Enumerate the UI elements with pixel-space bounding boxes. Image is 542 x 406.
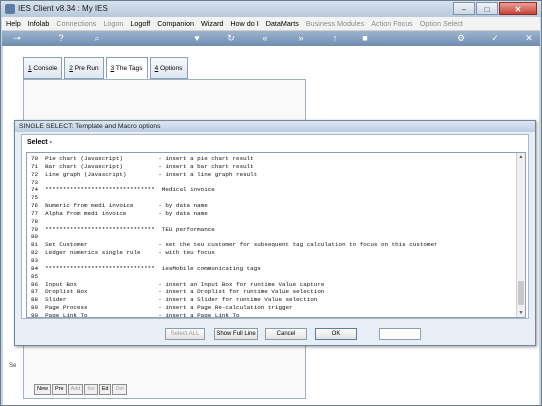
- menu-item[interactable]: Help: [6, 19, 21, 28]
- menu-item[interactable]: Option Select: [420, 19, 463, 28]
- tab-item[interactable]: 4 Options: [149, 57, 188, 79]
- app-icon: [5, 4, 15, 14]
- list-item[interactable]: 88 Slider - insert a Slider for runtime …: [31, 296, 515, 304]
- menu-item[interactable]: Companion: [157, 19, 194, 28]
- record-button[interactable]: New: [34, 384, 52, 395]
- cancel-button[interactable]: Cancel: [265, 328, 307, 340]
- list-item[interactable]: 75: [31, 194, 515, 202]
- single-select-dialog: SINGLE SELECT: Template and Macro option…: [14, 120, 536, 346]
- list-item[interactable]: 90 Page Link To - insert a Page Link To: [31, 312, 515, 317]
- rewind-icon[interactable]: «: [258, 33, 272, 44]
- menu-item[interactable]: Wizard: [201, 19, 223, 28]
- tab-label: Options: [158, 65, 183, 72]
- list-item[interactable]: 76 Numeric from medi invoice - by data n…: [31, 202, 515, 210]
- scroll-up-arrow-icon[interactable]: ▲: [517, 153, 525, 161]
- key-icon[interactable]: ⊸: [10, 33, 24, 44]
- record-button[interactable]: Ed: [98, 384, 112, 395]
- close-button[interactable]: ✕: [499, 2, 537, 15]
- window-title: IES Client v8.34 : My IES: [18, 4, 108, 13]
- scroll-thumb[interactable]: [518, 281, 524, 305]
- options-list: 70 Pie chart (Javascript) - insert a pie…: [31, 155, 515, 317]
- tab-strip: 1 Console 2 Pre Run 3 The Tags 4 Options: [23, 57, 188, 79]
- menu-item[interactable]: Business Modules: [306, 19, 364, 28]
- minimize-button[interactable]: –: [453, 2, 475, 15]
- ok-button[interactable]: OK: [315, 328, 357, 340]
- background-label: Se: [9, 363, 17, 369]
- list-item[interactable]: 81 Set Customer - set the teu customer f…: [31, 241, 515, 249]
- gear-icon[interactable]: ⚙: [454, 33, 468, 44]
- record-buttons: New Pre Add Ins Ed Del: [34, 384, 127, 395]
- dialog-body: Select - 70 Pie chart (Javascript) - ins…: [21, 134, 529, 319]
- menu-item[interactable]: Connections: [56, 19, 96, 28]
- list-item[interactable]: 78: [31, 218, 515, 226]
- tab-item[interactable]: 1 Console: [23, 57, 63, 79]
- menu-item[interactable]: Action Focus: [371, 19, 413, 28]
- tab-label: Console: [31, 65, 58, 72]
- list-item[interactable]: 89 Page Process - insert a Page Re-calcu…: [31, 304, 515, 312]
- vertical-scrollbar[interactable]: ▲ ▼: [516, 153, 525, 317]
- options-listbox[interactable]: 70 Pie chart (Javascript) - insert a pie…: [26, 152, 526, 318]
- selection-input[interactable]: [379, 328, 421, 340]
- maximize-button[interactable]: □: [476, 2, 498, 15]
- list-item[interactable]: 87 Droplist Box - insert a Droplist for …: [31, 288, 515, 296]
- menu-item[interactable]: DataMarts: [266, 19, 299, 28]
- tab-label: The Tags: [114, 65, 143, 72]
- menu-bar: Help Infolab Connections Logon Logoff Compani…: [2, 17, 540, 31]
- check-icon[interactable]: ✓: [488, 33, 502, 44]
- menu-item[interactable]: Infolab: [28, 19, 50, 28]
- close-icon[interactable]: ✕: [522, 33, 536, 44]
- show-full-line-button[interactable]: Show Full Line: [214, 328, 258, 340]
- list-item[interactable]: 80: [31, 233, 515, 241]
- list-item[interactable]: 70 Pie chart (Javascript) - insert a pie…: [31, 155, 515, 163]
- heart-icon[interactable]: ♥: [190, 33, 204, 44]
- record-button[interactable]: Del: [112, 384, 127, 395]
- app-window: IES Client v8.34 : My IES – □ ✕ Help Info…: [0, 0, 542, 406]
- list-item[interactable]: 71 Bar chart (Javascript) - insert a bar…: [31, 163, 515, 171]
- list-item[interactable]: 79 ******************************* TEU p…: [31, 226, 515, 234]
- list-item[interactable]: 83: [31, 257, 515, 265]
- toolbar: ⊸? ⌕ ♥ ↻ « » ↑ ■ ⚙ ✓ ✕: [2, 31, 540, 46]
- list-item[interactable]: 77 Alpha from medi invoice - by data nam…: [31, 210, 515, 218]
- scroll-down-arrow-icon[interactable]: ▼: [517, 309, 525, 317]
- list-item[interactable]: 86 Input Box - insert an Input Box for r…: [31, 281, 515, 289]
- list-item[interactable]: 73: [31, 179, 515, 187]
- tab-item[interactable]: 3 The Tags: [105, 57, 148, 79]
- tab-item[interactable]: 2 Pre Run: [64, 57, 104, 79]
- fast-forward-icon[interactable]: »: [294, 33, 308, 44]
- menu-item[interactable]: Logoff: [130, 19, 150, 28]
- record-button[interactable]: Add: [67, 384, 84, 395]
- dialog-button-row: Select ALL Show Full Line Cancel OK: [15, 328, 535, 342]
- window-controls: – □ ✕: [453, 2, 537, 15]
- record-button[interactable]: Pre: [52, 384, 67, 395]
- menu-item[interactable]: Logon: [103, 19, 123, 28]
- help-icon[interactable]: ?: [54, 33, 68, 44]
- list-item[interactable]: 72 Line graph (Javascript) - insert a li…: [31, 171, 515, 179]
- record-button[interactable]: Ins: [84, 384, 98, 395]
- refresh-icon[interactable]: ↻: [224, 33, 238, 44]
- dialog-heading: Select -: [27, 139, 52, 146]
- dialog-title: SINGLE SELECT: Template and Macro option…: [15, 121, 535, 132]
- list-item[interactable]: 85: [31, 273, 515, 281]
- list-item[interactable]: 74 ******************************* Medic…: [31, 186, 515, 194]
- search-icon[interactable]: ⌕: [90, 33, 104, 44]
- tab-label: Pre Run: [72, 65, 99, 72]
- menu-item[interactable]: How do I: [230, 19, 258, 28]
- up-icon[interactable]: ↑: [328, 33, 342, 44]
- title-bar[interactable]: IES Client v8.34 : My IES – □ ✕: [1, 1, 541, 17]
- select-all-button[interactable]: Select ALL: [165, 328, 205, 340]
- list-item[interactable]: 84 ******************************* iesMo…: [31, 265, 515, 273]
- list-item[interactable]: 82 Ledger numerics single rule - with te…: [31, 249, 515, 257]
- stop-icon[interactable]: ■: [358, 33, 372, 44]
